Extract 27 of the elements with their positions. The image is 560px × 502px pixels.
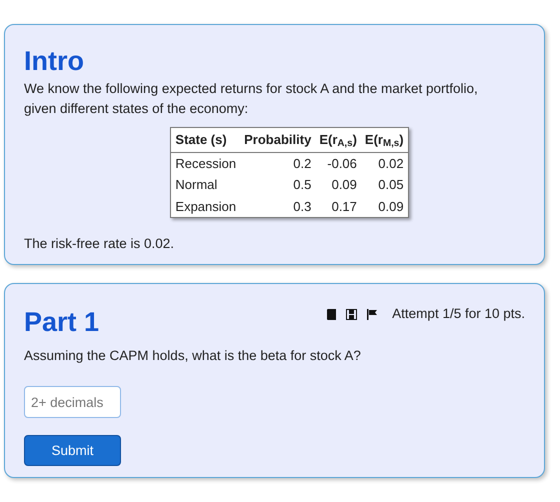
- intro-text: We know the following expected returns for stock A and the market portfolio, given different states of the economy:: [24, 80, 479, 118]
- submit-button[interactable]: Submit: [24, 435, 121, 466]
- table-cell: 0.02: [360, 152, 408, 174]
- table-cell: 0.09: [360, 196, 408, 218]
- table-cell: 0.2: [240, 152, 316, 174]
- attempt-text: Attempt 1/5 for 10 pts.: [392, 305, 525, 323]
- table-cell: Expansion: [170, 196, 240, 218]
- column-header: E(r$_{M,s}$): [360, 128, 408, 152]
- table-cell: -0.06: [315, 152, 361, 174]
- table-cell: 0.05: [360, 174, 408, 196]
- flag-icon[interactable]: [367, 308, 378, 320]
- table-cell: Normal: [170, 174, 240, 196]
- answer-field[interactable]: 2+ decimals: [24, 386, 121, 418]
- note-text: The risk-free rate is 0.02.: [24, 235, 176, 253]
- column-header: E(r$_{A,s}$): [315, 128, 361, 152]
- table-cell: 0.17: [315, 196, 361, 218]
- film-icon[interactable]: [346, 308, 358, 320]
- section-title: Part 1: [24, 306, 100, 338]
- question-text: Assuming the CAPM holds, what is the beta for stock A?: [24, 347, 362, 365]
- table-cell: 0.3: [240, 196, 316, 218]
- table-cell: 0.5: [240, 174, 316, 196]
- column-header: State (s): [170, 128, 240, 152]
- section-title: Intro: [24, 45, 85, 77]
- column-header: Probability: [240, 128, 316, 152]
- book-icon[interactable]: [327, 308, 336, 320]
- table-cell: 0.09: [315, 174, 361, 196]
- table-cell: Recession: [170, 152, 240, 174]
